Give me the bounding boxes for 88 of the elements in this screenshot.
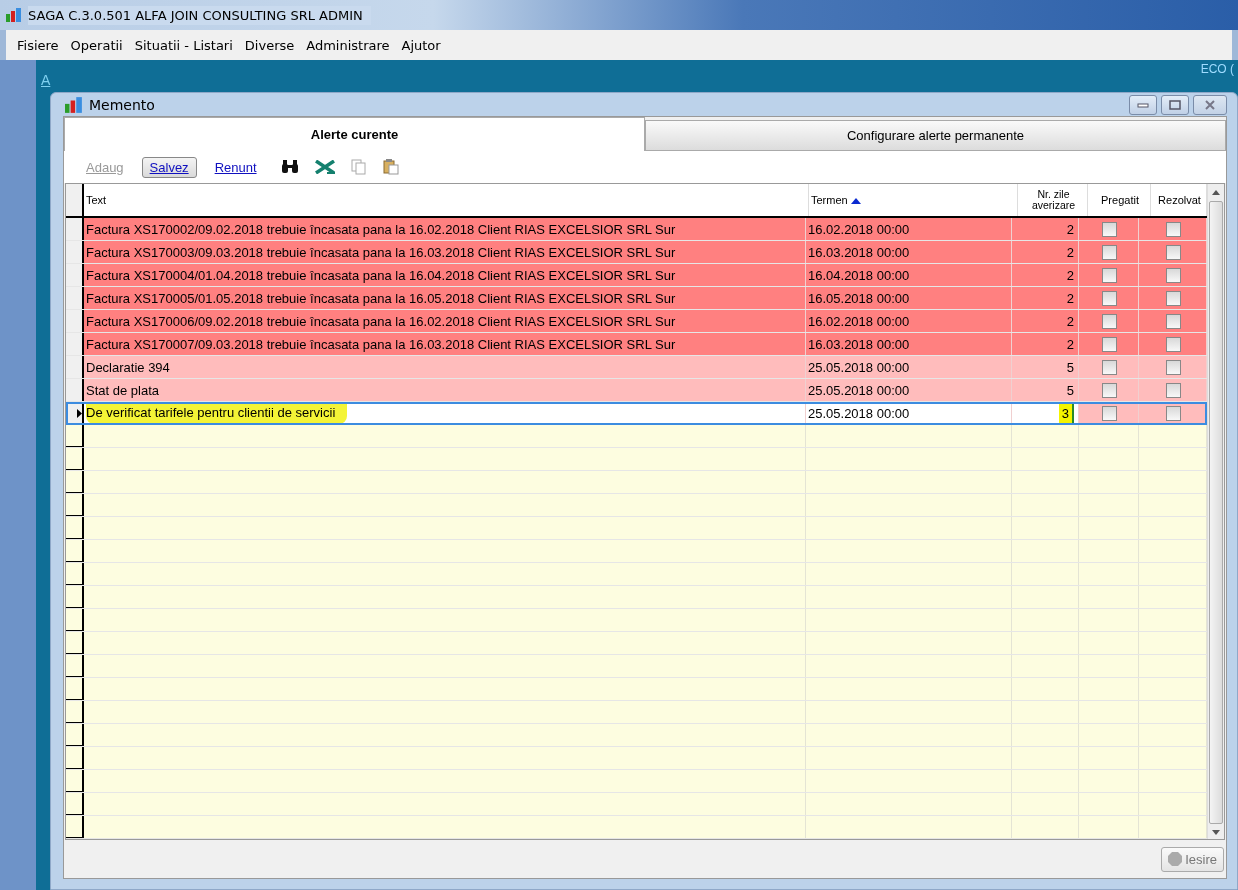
table-cell: 2	[1012, 287, 1079, 309]
checkbox[interactable]	[1102, 359, 1117, 375]
checkbox[interactable]	[1102, 336, 1117, 352]
bar-chart-icon	[65, 96, 83, 113]
checkbox[interactable]	[1102, 267, 1117, 283]
table-cell: Factura XS170002/09.02.2018 trebuie încasata pana la 16.02.2018 Client RIAS EXCELSIOR SRL Sur	[84, 218, 806, 240]
exit-button[interactable]: Iesire	[1161, 846, 1224, 872]
table-cell: 16.03.2018 00:00	[806, 241, 1012, 263]
app-title: SAGA C.3.0.501 ALFA JOIN CONSULTING SRL ADMIN	[28, 5, 371, 25]
row-header-cell[interactable]	[66, 333, 84, 355]
table-cell: 25.05.2018 00:00	[806, 379, 1012, 401]
table-cell: Factura XS170003/09.03.2018 trebuie încasata pana la 16.03.2018 Client RIAS EXCELSIOR SRL Sur	[84, 241, 806, 263]
minimize-button[interactable]	[1129, 94, 1157, 115]
scroll-up-icon[interactable]	[1212, 190, 1220, 195]
close-button[interactable]	[1193, 94, 1227, 115]
maximize-button[interactable]	[1161, 94, 1189, 115]
row-header-cell[interactable]	[66, 287, 84, 309]
column-header[interactable]: Termen	[809, 184, 1018, 216]
menu-item[interactable]: Ajutor	[396, 37, 448, 53]
table-cell: Factura XS170004/01.04.2018 trebuie încasata pana la 16.04.2018 Client RIAS EXCELSIOR SRL Sur	[84, 264, 806, 286]
table-cell: 16.02.2018 00:00	[806, 310, 1012, 332]
row-header-cell[interactable]	[66, 310, 84, 332]
menu-item[interactable]: Operatii	[65, 37, 130, 53]
scroll-down-icon[interactable]	[1212, 830, 1220, 835]
table-cell: 16.03.2018 00:00	[806, 333, 1012, 355]
current-row-icon	[77, 408, 82, 418]
binoculars-icon[interactable]	[280, 160, 299, 174]
row-header-cell[interactable]	[66, 264, 84, 286]
menu-item[interactable]: Fisiere	[12, 37, 66, 53]
row-header-cell[interactable]	[66, 241, 84, 263]
paste-icon[interactable]	[382, 159, 399, 175]
table-cell: Factura XS170007/09.03.2018 trebuie încasata pana la 16.03.2018 Client RIAS EXCELSIOR SRL Sur	[84, 333, 806, 355]
checkbox[interactable]	[1102, 221, 1117, 237]
table-cell: 5	[1012, 379, 1079, 401]
menu-item[interactable]: Administrare	[301, 37, 397, 53]
column-header[interactable]: Text	[84, 184, 809, 216]
row-header-cell[interactable]	[66, 379, 84, 401]
table-cell: 2	[1012, 310, 1079, 332]
copy-icon[interactable]	[350, 159, 367, 175]
checkbox[interactable]	[1102, 290, 1117, 306]
table-cell: 2	[1012, 241, 1079, 263]
stop-icon	[1168, 852, 1183, 866]
table-cell: 2	[1012, 264, 1079, 286]
checkbox[interactable]	[1166, 382, 1181, 398]
maximize-icon	[1169, 99, 1181, 110]
checkbox[interactable]	[1102, 313, 1117, 329]
vertical-scrollbar[interactable]	[1207, 184, 1224, 839]
checkbox[interactable]	[1166, 313, 1181, 329]
toolbar-button[interactable]: Renunt	[206, 156, 265, 178]
table-cell: 25.05.2018 00:00	[806, 402, 1012, 424]
table-cell: De verificat tarifele pentru clientii de servicii	[84, 402, 806, 424]
checkbox[interactable]	[1166, 221, 1181, 237]
checkbox[interactable]	[1166, 290, 1181, 306]
row-header-cell[interactable]	[66, 402, 84, 424]
table-cell: 25.05.2018 00:00	[806, 356, 1012, 378]
table-cell: 5	[1012, 356, 1079, 378]
menu-item[interactable]: Diverse	[239, 37, 302, 53]
row-header-cell[interactable]	[66, 356, 84, 378]
table-cell: Stat de plata	[84, 379, 806, 401]
checkbox[interactable]	[1102, 382, 1117, 398]
table-cell: 16.04.2018 00:00	[806, 264, 1012, 286]
table-cell: 16.05.2018 00:00	[806, 287, 1012, 309]
minimize-icon	[1137, 101, 1149, 108]
close-icon	[1204, 99, 1216, 110]
column-header[interactable]: Nr. zile averizare	[1018, 184, 1088, 216]
background-label: ECO (	[1200, 62, 1234, 76]
checkbox[interactable]	[1166, 405, 1181, 421]
checkbox[interactable]	[1166, 336, 1181, 352]
tab[interactable]: Alerte curente	[64, 117, 645, 151]
checkbox[interactable]	[1166, 244, 1181, 260]
excel-icon[interactable]	[314, 160, 335, 174]
table-cell: 2	[1012, 218, 1079, 240]
table-cell: Declaratie 394	[84, 356, 806, 378]
row-header-cell[interactable]	[66, 218, 84, 240]
checkbox[interactable]	[1102, 405, 1117, 421]
toolbar-button[interactable]: Salvez	[141, 156, 197, 178]
table-cell: 16.02.2018 00:00	[806, 218, 1012, 240]
tab[interactable]: Configurare alerte permanente	[645, 120, 1226, 151]
table-cell: Factura XS170006/09.02.2018 trebuie încasata pana la 16.02.2018 Client RIAS EXCELSIOR SRL Sur	[84, 310, 806, 332]
bar-chart-icon	[6, 8, 22, 22]
checkbox[interactable]	[1102, 244, 1117, 260]
table-cell: Factura XS170005/01.05.2018 trebuie încasata pana la 16.05.2018 Client RIAS EXCELSIOR SRL Sur	[84, 287, 806, 309]
column-header[interactable]: Pregatit	[1088, 184, 1151, 216]
table-cell: 2	[1012, 333, 1079, 355]
window-title: Memento	[89, 96, 155, 113]
menu-item[interactable]: Situatii - Listari	[129, 37, 240, 53]
checkbox[interactable]	[1166, 267, 1181, 283]
checkbox[interactable]	[1166, 359, 1181, 375]
